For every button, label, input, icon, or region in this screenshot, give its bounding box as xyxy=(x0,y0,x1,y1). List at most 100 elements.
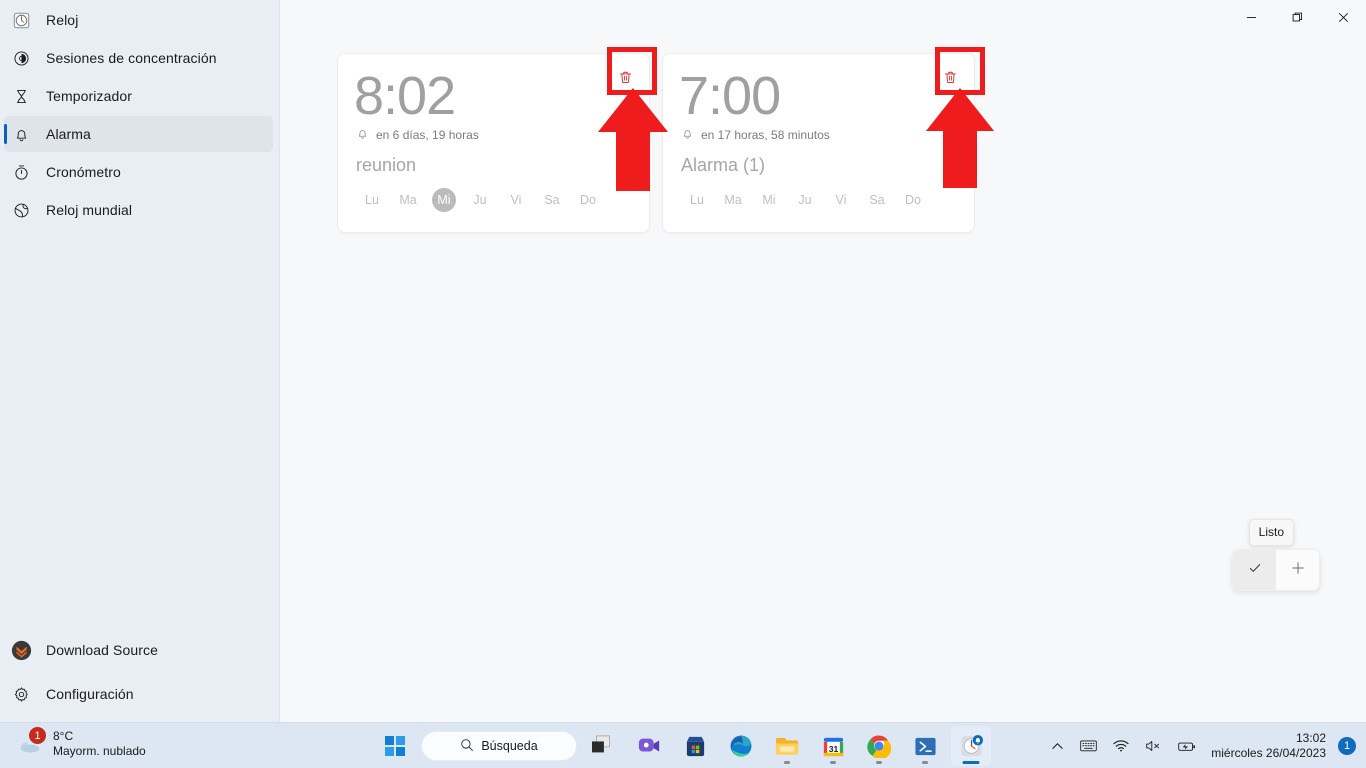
download-source-icon xyxy=(4,640,38,661)
day-ma[interactable]: Ma xyxy=(390,188,426,212)
sidebar-item-download-source[interactable]: Download Source xyxy=(4,632,274,668)
alarm-time: 8:02 xyxy=(354,66,456,126)
alarm-card[interactable]: 7:00 en 17 horas, 58 minutos Alarma (1) … xyxy=(662,53,975,233)
alarm-remaining-text: en 17 horas, 58 minutos xyxy=(701,128,830,142)
day-lu[interactable]: Lu xyxy=(679,188,715,212)
day-vi[interactable]: Vi xyxy=(823,188,859,212)
bell-icon xyxy=(681,127,694,143)
taskbar-date: miércoles 26/04/2023 xyxy=(1211,746,1326,760)
done-button[interactable] xyxy=(1233,550,1276,590)
weather-condition: Mayorm. nublado xyxy=(53,744,146,758)
sidebar-item-temporizador[interactable]: Temporizador xyxy=(4,78,273,114)
globe-icon xyxy=(4,202,38,219)
teams-button[interactable] xyxy=(629,726,669,766)
day-ju[interactable]: Ju xyxy=(787,188,823,212)
sidebar-item-label: Alarma xyxy=(46,126,91,142)
sidebar-item-label: Temporizador xyxy=(46,88,133,104)
day-mi[interactable]: Mi xyxy=(751,188,787,212)
cloud-icon: 1 xyxy=(18,727,46,757)
alarm-page-content: 8:02 en 6 días, 19 horas reunion Lu Ma M… xyxy=(280,0,1366,676)
day-vi[interactable]: Vi xyxy=(498,188,534,212)
running-indicator xyxy=(830,761,836,764)
running-indicator xyxy=(876,761,882,764)
focus-icon xyxy=(4,50,38,67)
check-icon xyxy=(1247,560,1263,581)
keyboard-icon[interactable] xyxy=(1072,731,1105,761)
day-lu[interactable]: Lu xyxy=(354,188,390,212)
plus-icon xyxy=(1290,560,1306,581)
sidebar-item-label: Sesiones de concentración xyxy=(46,50,217,66)
alarm-time: 7:00 xyxy=(679,66,781,126)
day-do[interactable]: Do xyxy=(895,188,931,212)
clock-app-window: Reloj Sesiones de concentración Temporiz… xyxy=(0,0,1366,722)
alarm-remaining-row: en 17 horas, 58 minutos xyxy=(679,127,958,143)
screen: Reloj Sesiones de concentración Temporiz… xyxy=(0,0,1366,768)
alarm-days-row: Lu Ma Mi Ju Vi Sa Do xyxy=(354,188,633,212)
taskbar-search-button[interactable]: Búsqueda xyxy=(421,731,577,761)
clock-app-button[interactable] xyxy=(951,726,991,766)
day-ju[interactable]: Ju xyxy=(462,188,498,212)
app-title: Reloj xyxy=(46,12,79,28)
hourglass-icon xyxy=(4,88,38,105)
sidebar-item-label: Cronómetro xyxy=(46,164,121,180)
sidebar-item-reloj-mundial[interactable]: Reloj mundial xyxy=(4,192,273,228)
running-indicator xyxy=(784,761,790,764)
stopwatch-icon xyxy=(4,164,38,181)
task-view-button[interactable] xyxy=(583,726,623,766)
sidebar-bottom-group: Download Source Configuración xyxy=(0,630,280,714)
start-button[interactable] xyxy=(375,726,415,766)
day-sa[interactable]: Sa xyxy=(859,188,895,212)
microsoft-edge-button[interactable] xyxy=(721,726,761,766)
alarm-action-bar xyxy=(1232,549,1320,591)
delete-alarm-button[interactable] xyxy=(934,61,967,93)
taskbar-apps: Búsqueda 31 xyxy=(375,723,991,768)
running-indicator xyxy=(962,761,980,764)
volume-muted-icon[interactable] xyxy=(1137,731,1170,761)
alarm-days-row: Lu Ma Mi Ju Vi Sa Do xyxy=(679,188,958,212)
alarm-remaining-row: en 6 días, 19 horas xyxy=(354,127,633,143)
day-sa[interactable]: Sa xyxy=(534,188,570,212)
day-ma[interactable]: Ma xyxy=(715,188,751,212)
sidebar-item-sesiones[interactable]: Sesiones de concentración xyxy=(4,40,273,76)
show-hidden-icons-button[interactable] xyxy=(1043,731,1072,761)
sidebar-item-alarma[interactable]: Alarma xyxy=(4,116,273,152)
gear-icon xyxy=(4,686,38,703)
alarm-card[interactable]: 8:02 en 6 días, 19 horas reunion Lu Ma M… xyxy=(337,53,650,233)
taskbar-time: 13:02 xyxy=(1295,731,1326,745)
weather-temperature: 8°C xyxy=(53,729,74,743)
svg-text:31: 31 xyxy=(828,743,838,753)
file-explorer-button[interactable] xyxy=(767,726,807,766)
tooltip-listo: Listo xyxy=(1248,519,1294,546)
search-icon xyxy=(460,738,474,755)
powershell-button[interactable] xyxy=(905,726,945,766)
sidebar-item-label: Reloj mundial xyxy=(46,202,133,218)
weather-text: 8°C Mayorm. nublado xyxy=(53,729,146,759)
running-indicator xyxy=(922,761,928,764)
system-tray: 13:02 miércoles 26/04/2023 1 xyxy=(1043,723,1356,768)
windows-taskbar: 1 8°C Mayorm. nublado Búsqueda 31 13:02 … xyxy=(0,722,1366,768)
notification-badge[interactable]: 1 xyxy=(1338,737,1356,755)
day-do[interactable]: Do xyxy=(570,188,606,212)
alarm-remaining-text: en 6 días, 19 horas xyxy=(376,128,479,142)
alarm-name: reunion xyxy=(356,155,417,175)
alarm-card-list: 8:02 en 6 días, 19 horas reunion Lu Ma M… xyxy=(337,53,975,233)
navigation-sidebar: Reloj Sesiones de concentración Temporiz… xyxy=(0,0,280,722)
google-chrome-button[interactable] xyxy=(859,726,899,766)
add-alarm-button[interactable] xyxy=(1276,550,1319,590)
sidebar-item-cronometro[interactable]: Cronómetro xyxy=(4,154,273,190)
battery-charging-icon[interactable] xyxy=(1170,731,1205,761)
wifi-icon[interactable] xyxy=(1105,731,1137,761)
bell-icon xyxy=(4,126,38,143)
sidebar-item-configuracion[interactable]: Configuración xyxy=(4,676,274,712)
day-mi[interactable]: Mi xyxy=(432,188,456,212)
clock-icon xyxy=(4,12,38,29)
app-title-row: Reloj xyxy=(4,2,273,38)
taskbar-weather-widget[interactable]: 1 8°C Mayorm. nublado xyxy=(18,727,146,759)
microsoft-store-button[interactable] xyxy=(675,726,715,766)
sidebar-item-label: Download Source xyxy=(46,642,159,658)
calendar-button[interactable]: 31 xyxy=(813,726,853,766)
taskbar-clock[interactable]: 13:02 miércoles 26/04/2023 xyxy=(1205,731,1334,761)
alarm-name: Alarma (1) xyxy=(681,155,766,175)
weather-badge: 1 xyxy=(29,727,46,744)
delete-alarm-button[interactable] xyxy=(609,61,642,93)
